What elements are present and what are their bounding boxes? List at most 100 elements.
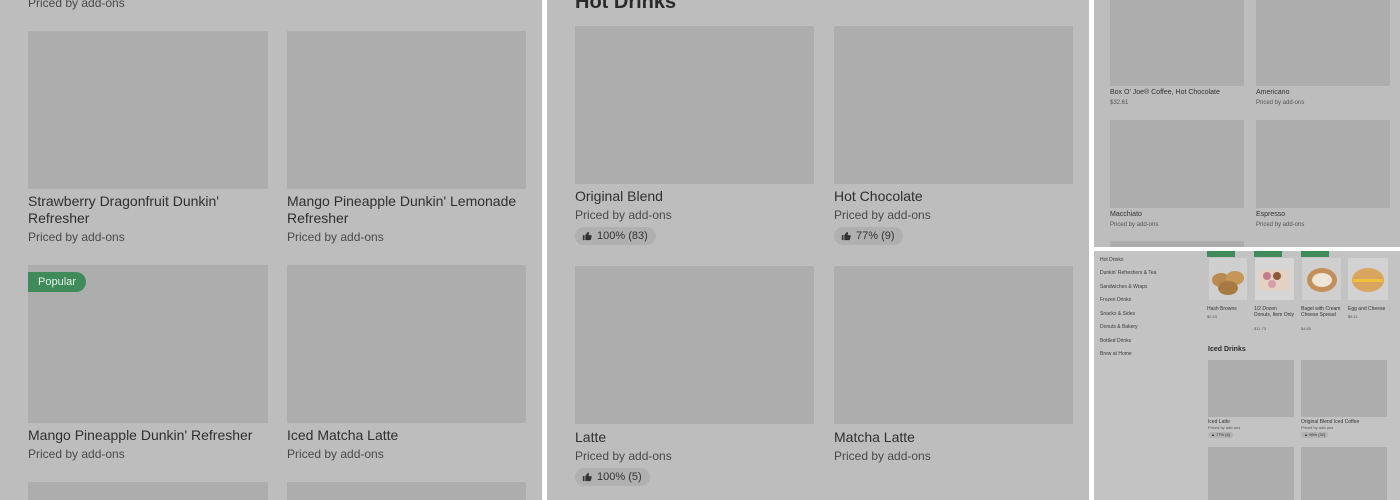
item-price: Priced by add-ons <box>1110 222 1159 228</box>
item-price: Priced by add-ons <box>1208 425 1241 430</box>
item-price: Priced by add-ons <box>287 230 384 244</box>
item-image <box>834 26 1073 184</box>
item-price: Priced by add-ons <box>575 208 672 222</box>
item-image <box>1208 360 1294 417</box>
item-name: Latte <box>575 429 607 445</box>
menu-item-card[interactable]: Bagel with Cream Cheese Spread $4.85 <box>1301 251 1343 333</box>
item-name: Hash Browns <box>1207 306 1237 312</box>
rating-text: 77% (9) <box>856 230 895 242</box>
category-link[interactable]: Hot Drinks <box>1100 257 1123 263</box>
item-price: $4.85 <box>1301 326 1312 331</box>
category-link[interactable]: Snacks & Sides <box>1100 311 1135 317</box>
item-image <box>28 482 268 500</box>
item-price: Priced by add-ons <box>287 447 384 461</box>
item-image <box>287 31 526 189</box>
item-name: Bagel with Cream Cheese Spread <box>1301 306 1341 318</box>
item-image <box>1256 0 1390 86</box>
category-link[interactable]: Dunkin' Refreshers & Tea <box>1100 270 1156 276</box>
item-image <box>1208 447 1294 500</box>
item-price: Priced by add-ons <box>28 230 125 244</box>
item-price: Priced by add-ons <box>575 449 672 463</box>
item-price: Priced by add-ons <box>1301 425 1334 430</box>
menu-item-card[interactable]: 1/2 Dozen Donuts, Item Only $11.73 <box>1254 251 1296 333</box>
menu-item-card[interactable]: Iced Matcha Latte Priced by add-ons <box>287 265 527 465</box>
rating-text: 96% (32) <box>1309 432 1326 437</box>
item-name: Strawberry Dragonfruit Dunkin' Refresher <box>28 193 219 226</box>
item-price: Priced by add-ons <box>834 449 931 463</box>
item-image <box>1301 447 1387 500</box>
category-link[interactable]: Bottled Drinks <box>1100 338 1131 344</box>
item-name: Espresso <box>1256 211 1286 218</box>
item-price: Priced by add-ons <box>1256 100 1305 106</box>
menu-item-card[interactable]: Mango Pineapple Dunkin' Lemonade Refresh… <box>287 31 527 251</box>
item-image <box>575 26 814 184</box>
item-price: $2.23 <box>1207 314 1218 319</box>
item-price: Priced by add-ons <box>834 208 931 222</box>
menu-panel-overview: Hot Drinks Dunkin' Refreshers & Tea Sand… <box>1094 251 1400 500</box>
menu-panel-refreshers: Priced by add-ons Strawberry Dragonfruit… <box>0 0 542 500</box>
rating-pill: ▲ 96% (32) <box>1301 432 1329 438</box>
section-title: Hot Drinks <box>575 0 677 13</box>
menu-item-card[interactable]: Popular Mango Pineapple Dunkin' Refreshe… <box>28 265 268 465</box>
item-image <box>287 265 526 423</box>
item-image <box>575 266 814 424</box>
item-price: $32.61 <box>1110 100 1129 106</box>
menu-item-card[interactable]: Iced Latte Priced by add-ons ▲ 77% (8) <box>1208 360 1296 440</box>
item-price: Priced by add-ons <box>1256 222 1305 228</box>
item-image <box>1110 0 1244 86</box>
item-name: Original Blend <box>575 188 663 204</box>
item-image <box>1301 360 1387 417</box>
item-name: 1/2 Dozen Donuts, Item Only <box>1254 306 1295 318</box>
rating-pill: 100% (83) <box>575 227 656 245</box>
item-name: Mango Pineapple Dunkin' Lemonade Refresh… <box>287 193 517 226</box>
item-price: Priced by add-ons <box>28 447 125 461</box>
popular-badge: Popular <box>28 272 86 292</box>
item-image <box>287 482 526 500</box>
category-link[interactable]: Sandwiches & Wraps <box>1100 284 1147 290</box>
menu-item-card[interactable]: Espresso Priced by add-ons <box>1256 120 1391 232</box>
item-name: Americano <box>1256 89 1290 96</box>
item-image <box>28 31 268 189</box>
rating-text: 100% (5) <box>597 471 642 483</box>
category-link[interactable]: Donuts & Bakery <box>1100 324 1138 330</box>
rating-text: 77% (8) <box>1216 432 1231 437</box>
category-link[interactable]: Frozen Drinks <box>1100 297 1131 303</box>
item-name: Iced Matcha Latte <box>287 427 399 443</box>
menu-item-card[interactable]: Macchiato Priced by add-ons <box>1110 120 1245 232</box>
item-image <box>1302 258 1341 300</box>
popular-badge <box>1301 251 1329 257</box>
menu-panel-hot-drinks: Hot Drinks Original Blend Priced by add-… <box>547 0 1089 500</box>
item-image <box>1110 241 1244 247</box>
thumbs-up-icon: ▲ <box>1211 432 1215 437</box>
item-image <box>1348 258 1388 300</box>
rating-pill: 77% (9) <box>834 227 903 245</box>
thumbs-up-icon <box>841 231 851 241</box>
menu-item-card[interactable]: Matcha Latte Priced by add-ons <box>834 266 1074 491</box>
item-name: Box O' Joe® Coffee, Hot Chocolate <box>1110 89 1220 96</box>
item-image <box>1255 258 1294 300</box>
menu-item-card[interactable]: Egg and Cheese $5.11 <box>1348 251 1390 333</box>
menu-item-card[interactable]: Hot Chocolate Priced by add-ons 77% (9) <box>834 26 1074 251</box>
item-name: Macchiato <box>1110 211 1142 218</box>
menu-item-card[interactable]: Original Blend Iced Coffee Priced by add… <box>1301 360 1389 440</box>
menu-item-card[interactable]: Hash Browns $2.23 <box>1207 251 1249 333</box>
item-name: Mango Pineapple Dunkin' Refresher <box>28 427 253 443</box>
thumbs-up-icon: ▲ <box>1304 432 1308 437</box>
item-name: Egg and Cheese <box>1348 306 1386 312</box>
thumbs-up-icon <box>582 472 592 482</box>
menu-item-card[interactable]: Latte Priced by add-ons 100% (5) <box>575 266 815 491</box>
item-price: $11.73 <box>1254 326 1266 331</box>
item-price: $5.11 <box>1348 314 1358 319</box>
category-link[interactable]: Brew at Home <box>1100 351 1132 357</box>
item-image <box>1256 120 1390 208</box>
menu-item-card[interactable]: Original Blend Priced by add-ons 100% (8… <box>575 26 815 251</box>
item-image <box>834 266 1073 424</box>
rating-pill: ▲ 77% (8) <box>1208 432 1234 438</box>
menu-item-card[interactable]: Strawberry Dragonfruit Dunkin' Refresher… <box>28 31 268 251</box>
rating-pill: 100% (5) <box>575 468 650 486</box>
rating-text: 100% (83) <box>597 230 648 242</box>
menu-item-card[interactable]: Box O' Joe® Coffee, Hot Chocolate $32.61 <box>1110 0 1245 112</box>
popular-badge <box>1207 251 1235 257</box>
menu-item-card[interactable]: Americano Priced by add-ons <box>1256 0 1391 112</box>
item-name: Matcha Latte <box>834 429 915 445</box>
